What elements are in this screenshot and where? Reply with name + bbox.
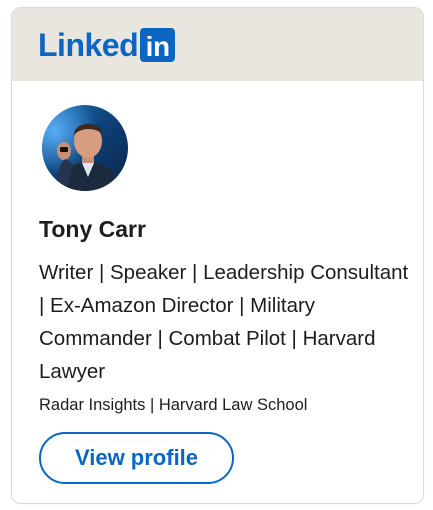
view-profile-button[interactable]: View profile bbox=[39, 432, 234, 484]
profile-headline: Writer | Speaker | Leadership Consultant… bbox=[39, 261, 409, 383]
logo-wordmark: Linked bbox=[38, 27, 139, 63]
profile-name[interactable]: Tony Carr bbox=[39, 214, 146, 244]
profile-photo-icon bbox=[42, 105, 128, 191]
linkedin-profile-card: Linked in Tony Carr Writer | Speaker | L… bbox=[11, 7, 424, 504]
avatar[interactable] bbox=[42, 105, 128, 191]
logo-in-box: in bbox=[140, 28, 176, 62]
profile-company-school: Radar Insights | Harvard Law School bbox=[39, 396, 308, 414]
linkedin-logo[interactable]: Linked in bbox=[38, 27, 176, 63]
card-header: Linked in bbox=[12, 8, 423, 81]
